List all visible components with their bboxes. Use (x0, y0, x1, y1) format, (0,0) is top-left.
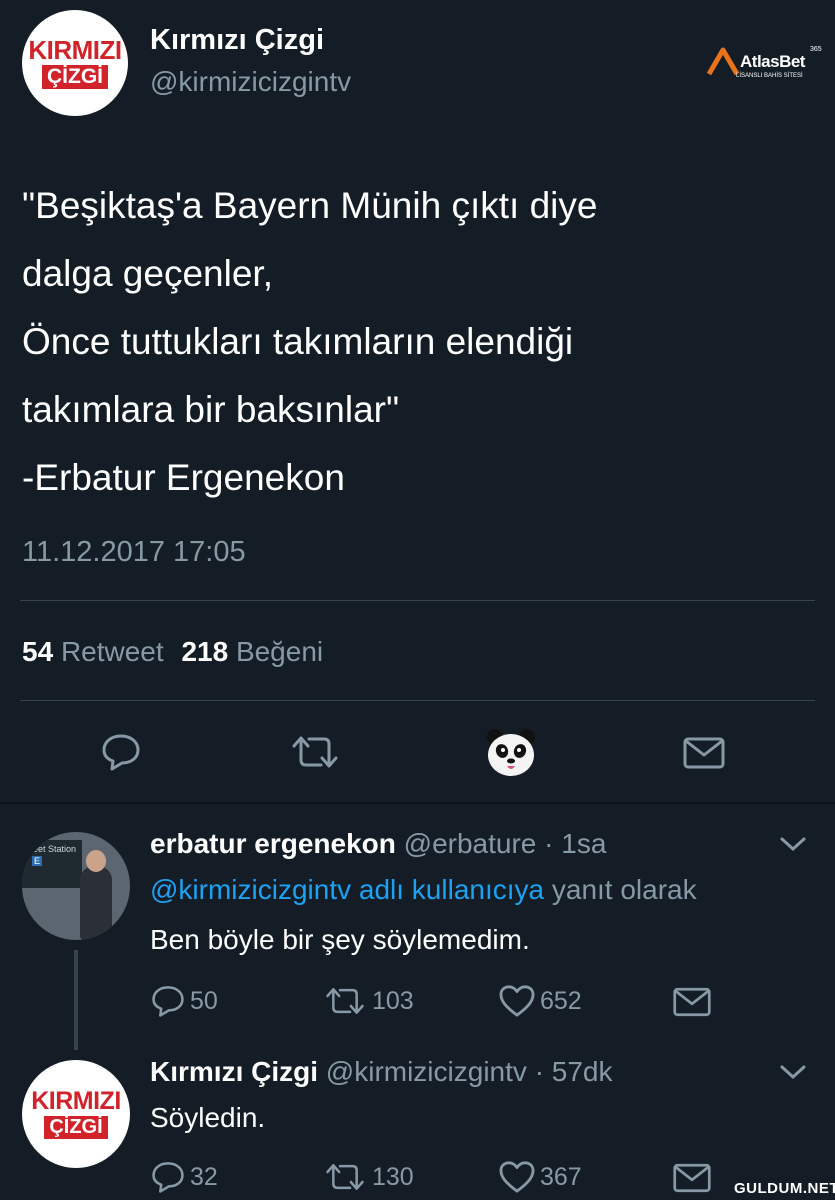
reply-to-suffix: yanıt olarak (551, 874, 697, 905)
message-icon[interactable] (682, 736, 726, 775)
avatar-sign-letter: E (32, 856, 43, 866)
panda-icon[interactable] (484, 726, 538, 785)
reply-action-retweet[interactable]: 103 (322, 986, 414, 1016)
divider (20, 600, 815, 601)
tweet-text-line: takımlara bir baksınlar" (22, 389, 400, 430)
reply-count: 50 (190, 986, 218, 1015)
reply-count: 32 (190, 1162, 218, 1191)
atlasbet-brand: AtlasBet (740, 52, 805, 71)
heart-icon[interactable] (498, 1160, 536, 1194)
tweet-text-line: Önce tuttukları takımların elendiği (22, 321, 574, 362)
like-label[interactable]: Beğeni (236, 636, 323, 667)
atlasbet-watermark: AtlasBet 365 LİSANSLI BAHİS SİTESİ (706, 44, 822, 84)
tweet-text-line: "Beşiktaş'a Bayern Münih çıktı diye (22, 185, 598, 226)
reply-action-retweet[interactable]: 130 (322, 1162, 414, 1192)
reply-action-reply[interactable]: 50 (150, 984, 218, 1018)
reply-time: · 1sa (544, 828, 607, 859)
retweet-icon[interactable] (322, 1162, 368, 1192)
reply-like-count: 367 (540, 1162, 582, 1191)
like-count[interactable]: 218 (181, 636, 228, 667)
avatar-logo-bottom: ÇİZGİ (42, 65, 108, 89)
message-icon[interactable] (672, 1162, 712, 1199)
reply-avatar[interactable]: KIRMIZI ÇİZGİ (22, 1060, 130, 1168)
reply-avatar[interactable]: reet Station E (22, 832, 130, 940)
reply-handle[interactable]: @erbature (404, 828, 537, 859)
reply-action-like[interactable]: 652 (498, 984, 582, 1018)
reply-time: · 57dk (534, 1056, 613, 1087)
reply-header: erbatur ergenekon @erbature · 1sa (150, 828, 606, 860)
guldum-watermark: GULDUM.NET (734, 1180, 835, 1197)
reply-retweet-count: 103 (372, 986, 414, 1015)
main-tweet-timestamp: 11.12.2017 17:05 (22, 536, 246, 568)
atlasbet-logo-icon (706, 47, 740, 76)
reply-action-reply[interactable]: 32 (150, 1160, 218, 1194)
tweet-text-line: dalga geçenler, (22, 253, 273, 294)
reply-display-name[interactable]: erbatur ergenekon (150, 828, 396, 859)
retweet-label[interactable]: Retweet (61, 636, 164, 667)
retweet-icon[interactable] (322, 986, 368, 1016)
reply-action-like[interactable]: 367 (498, 1160, 582, 1194)
tweet-text-line: -Erbatur Ergenekon (22, 457, 345, 498)
retweet-count[interactable]: 54 (22, 636, 53, 667)
reply-thread-line (74, 950, 78, 1050)
reply-icon[interactable] (150, 1160, 186, 1194)
reply-to-line: @kirmizicizgintv adlı kullanıcıya yanıt … (150, 874, 697, 906)
reply-display-name[interactable]: Kırmızı Çizgi (150, 1056, 318, 1087)
heart-icon[interactable] (498, 984, 536, 1018)
avatar-sign-text: reet Station (30, 844, 77, 854)
reply-retweet-count: 130 (372, 1162, 414, 1191)
atlasbet-tagline: LİSANSLI BAHİS SİTESİ (736, 73, 803, 79)
reply-like-count: 652 (540, 986, 582, 1015)
divider (20, 700, 815, 701)
avatar-logo-top: KIRMIZI (31, 1087, 121, 1115)
message-icon[interactable] (672, 986, 712, 1023)
reply-text: Söyledin. (150, 1102, 266, 1133)
reply-handle[interactable]: @kirmizicizgintv (326, 1056, 527, 1087)
main-tweet-text: "Beşiktaş'a Bayern Münih çıktı diye dalg… (22, 172, 597, 512)
reply-to-link[interactable]: @kirmizicizgintv adlı kullanıcıya (150, 874, 544, 905)
main-tweet-handle[interactable]: @kirmizicizgintv (150, 66, 351, 98)
reply-header: Kırmızı Çizgi @kirmizicizgintv · 57dk (150, 1056, 613, 1088)
chevron-down-icon[interactable] (778, 834, 808, 859)
avatar-logo-bottom: ÇİZGİ (44, 1116, 108, 1139)
tweet-stats: 54 Retweet 218 Beğeni (22, 636, 323, 668)
section-divider (0, 802, 835, 804)
avatar-person (80, 866, 112, 940)
avatar-person-head (86, 850, 106, 872)
avatar-logo-top: KIRMIZI (28, 35, 122, 65)
main-tweet-avatar[interactable]: KIRMIZI ÇİZGİ (22, 10, 128, 116)
reply-icon[interactable] (150, 984, 186, 1018)
chevron-down-icon[interactable] (778, 1062, 808, 1087)
reply-text: Ben böyle bir şey söylemedim. (150, 924, 530, 955)
atlasbet-badge: 365 (810, 46, 822, 53)
main-tweet-display-name[interactable]: Kırmızı Çizgi (150, 24, 324, 57)
retweet-icon[interactable] (288, 734, 342, 775)
reply-icon[interactable] (100, 732, 142, 777)
